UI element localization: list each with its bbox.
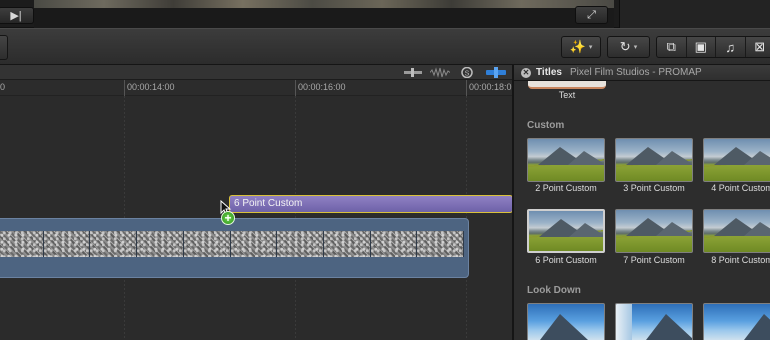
filmstrip-frame [323,231,371,257]
title-thumbnail[interactable] [615,303,693,340]
filmstrip-frame [90,231,138,257]
title-thumbnail-selected[interactable] [527,209,605,253]
main-toolbar: ✨ ▾ ↻ ▾ ⧉ ▣ ♫ ⊠ [0,28,770,65]
toolbar-left-button[interactable] [0,35,8,60]
close-icon: ✕ [522,68,530,77]
retime-icon: ↻ [619,39,631,54]
title-thumbnail[interactable] [615,209,693,253]
section-title-custom: Custom [527,120,565,131]
viewer-side-area [619,0,770,28]
photos-browser-icon[interactable]: ▣ [687,37,716,57]
snapping-icon[interactable] [486,67,506,78]
timeline-ruler[interactable]: 0 00:00:14:00 00:00:16:00 00:00:18:0 [0,80,512,96]
title-thumbnail[interactable] [703,209,770,253]
ruler-tick [466,80,467,96]
plus-icon: + [224,211,232,225]
panel-header: ✕ Titles Pixel Film Studios - PROMAP [514,65,770,81]
title-clip[interactable]: 6 Point Custom [229,195,513,213]
title-thumbnail-label: Text [558,90,576,100]
panel-subtitle: Pixel Film Studios - PROMAP [570,67,702,78]
music-browser-icon[interactable]: ♫ [716,37,746,57]
panel-title: Titles [536,67,562,78]
fullscreen-icon: ⤢ [587,8,596,21]
title-thumbnail-label: 4 Point Custom [711,183,770,193]
viewer-strip: ▶| ⤢ [0,0,770,28]
viewer-video-frame [34,0,614,8]
mountain-image [646,314,692,340]
title-thumbnail-label: 2 Point Custom [535,183,597,193]
titles-browser: ✕ Titles Pixel Film Studios - PROMAP Tex… [512,65,770,340]
title-thumbnail[interactable] [703,138,770,182]
fullscreen-button[interactable]: ⤢ [575,6,608,24]
mountain-image [540,314,588,340]
title-thumbnail[interactable] [703,303,770,340]
solo-icon[interactable]: S [460,67,474,78]
enhancements-menu-button[interactable]: ✨ ▾ [561,36,601,58]
filmstrip-frame [230,231,278,257]
title-thumbnail[interactable] [527,303,605,340]
filmstrip-frame [137,231,184,257]
chevron-down-icon: ▾ [633,44,638,51]
skip-forward-button[interactable]: ▶| [0,7,34,24]
overlay-bar [616,304,632,340]
title-thumbnail[interactable] [615,138,693,182]
audio-waveform-icon[interactable] [430,67,450,78]
ruler-tick [295,80,296,96]
titles-browser-icon[interactable]: ⊠ [746,37,770,57]
timeline[interactable]: S 0 00:00:14:00 00:00:16:00 00:00:18:0 6… [0,65,513,340]
filmstrip-frame [183,231,231,257]
title-thumbnail[interactable] [527,138,605,182]
ruler-timecode: 00:00:16:00 [298,82,346,92]
ruler-timecode: 0 [0,82,6,92]
ruler-timecode: 00:00:14:00 [127,82,175,92]
viewer-controls-bar [34,8,614,28]
magic-wand-icon: ✨ [569,39,586,54]
filmstrip-frame [43,231,91,257]
chevron-down-icon: ▾ [588,44,593,51]
browser-buttons-group: ⧉ ▣ ♫ ⊠ [656,36,770,58]
svg-text:S: S [465,71,470,78]
filmstrip-frame [370,231,418,257]
title-thumbnail-text[interactable] [528,81,606,89]
mountain-image [744,314,770,340]
section-title-look-down: Look Down [527,285,581,296]
title-thumbnail-label: 3 Point Custom [623,183,685,193]
skip-forward-icon: ▶| [10,10,22,22]
add-clip-badge: + [221,211,235,225]
title-clip-label: 6 Point Custom [234,198,303,209]
filmstrip-frame [277,231,324,257]
ruler-timecode: 00:00:18:0 [469,82,512,92]
timeline-header: S [0,65,512,80]
video-filmstrip [0,231,465,257]
filmstrip-frame [417,231,465,257]
title-thumbnail-label: 8 Point Custom [711,255,770,265]
close-panel-button[interactable]: ✕ [521,68,531,78]
transitions-browser-icon[interactable]: ⧉ [657,37,687,57]
clip-appearance-icon[interactable] [404,67,422,78]
video-clip[interactable] [0,218,469,278]
title-thumbnail-label: 7 Point Custom [623,255,685,265]
filmstrip-frame [0,231,44,257]
retime-menu-button[interactable]: ↻ ▾ [607,36,650,58]
ruler-tick [124,80,125,96]
title-thumbnail-label: 6 Point Custom [535,255,597,265]
